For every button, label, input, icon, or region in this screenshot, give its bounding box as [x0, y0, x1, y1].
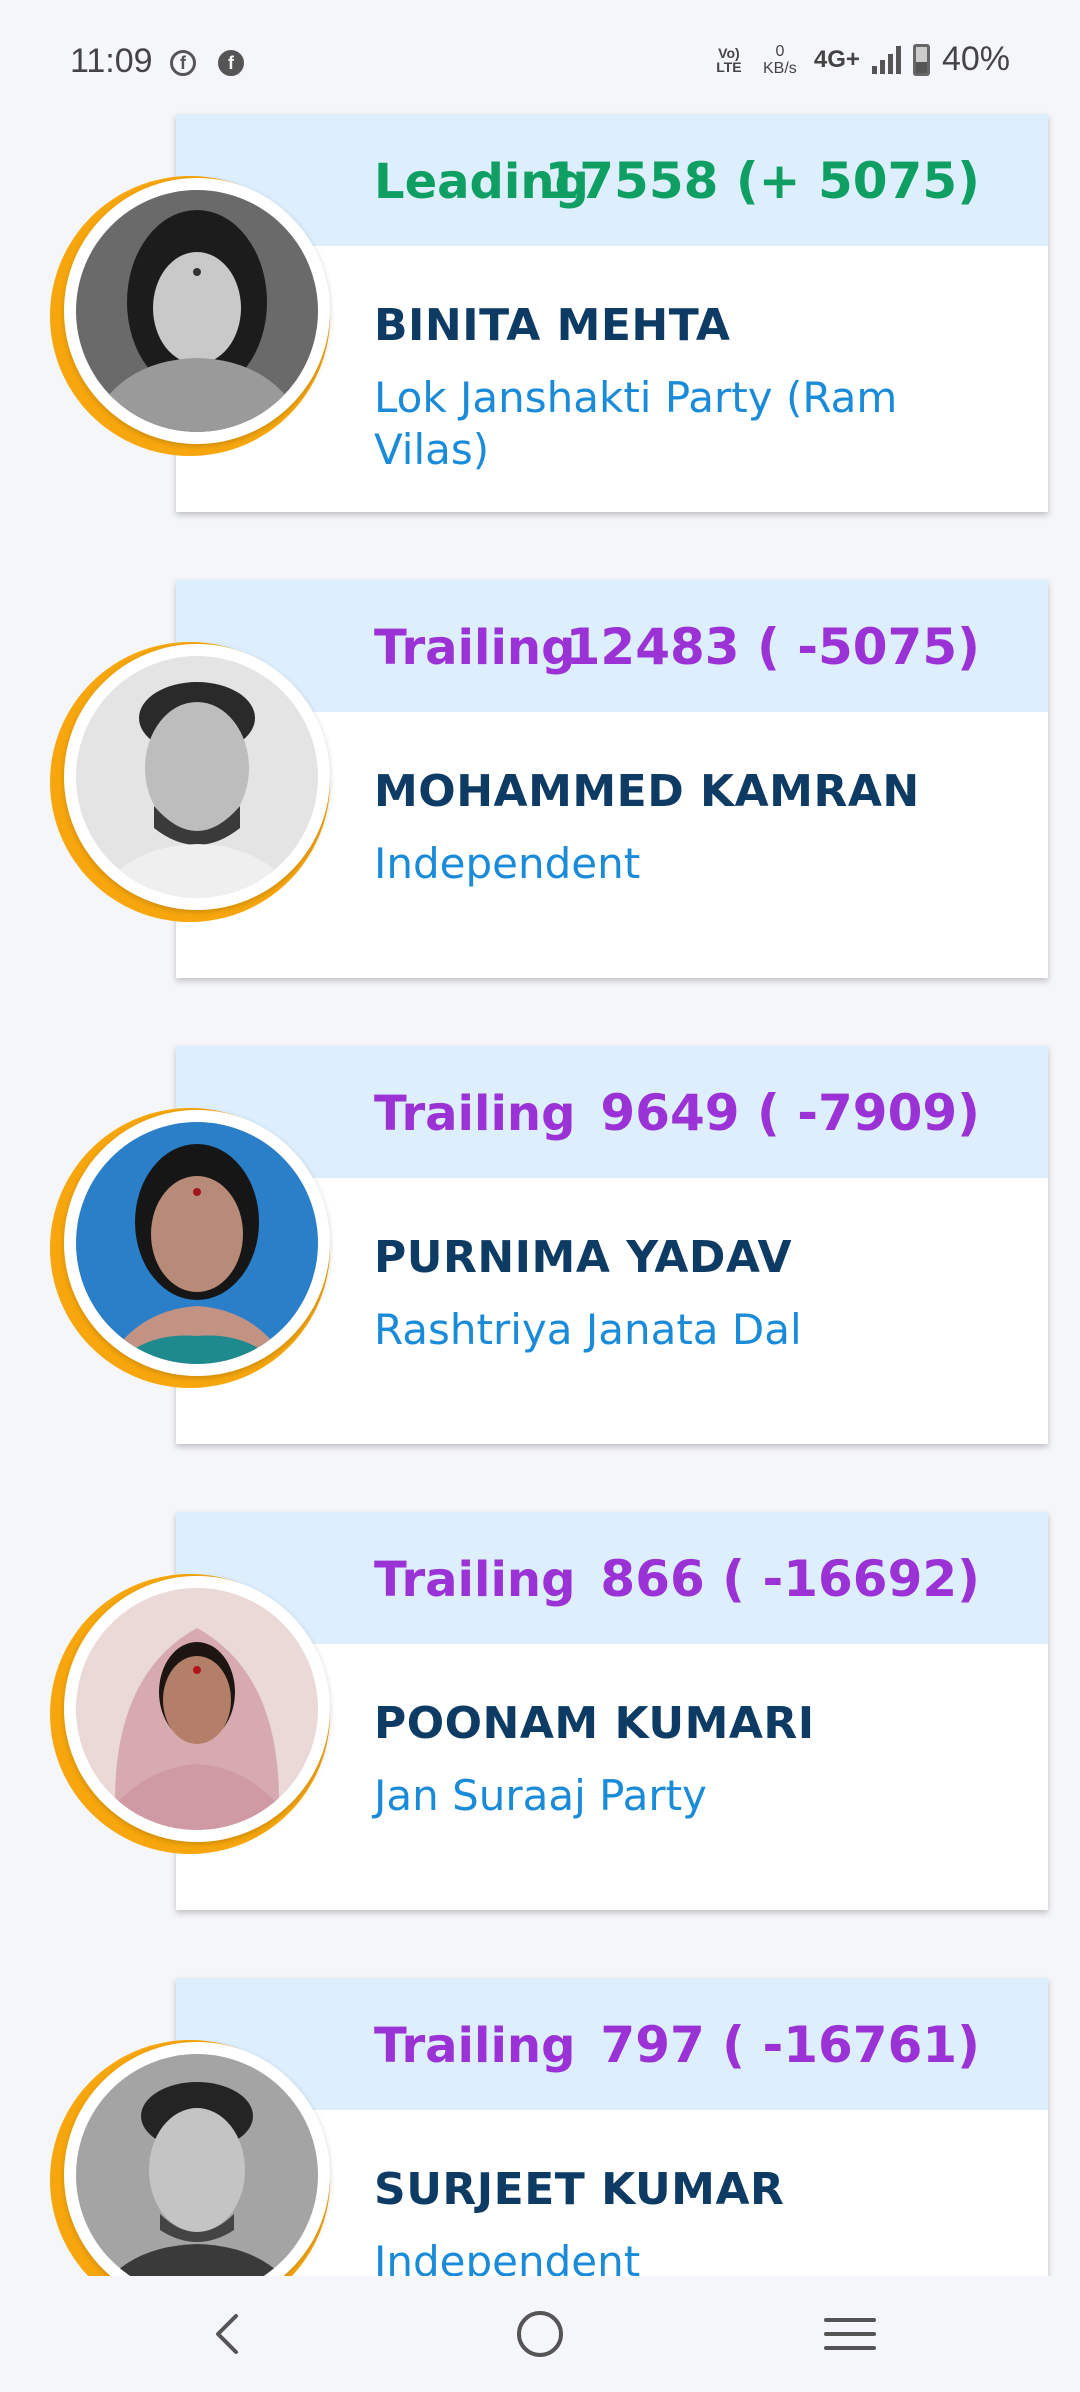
candidate-name: PURNIMA YADAV: [374, 1232, 793, 1283]
navigation-bar: [0, 2276, 1080, 2392]
data-rate: 0 KB/s: [758, 43, 802, 77]
avatar: [76, 1588, 318, 1830]
candidate-name: SURJEET KUMAR: [374, 2164, 785, 2215]
back-icon[interactable]: [188, 2296, 268, 2372]
candidate-photo: [50, 1574, 340, 1864]
facebook-icon: f: [218, 50, 244, 76]
status-label: Trailing: [374, 2018, 576, 2074]
party-name: Independent: [374, 839, 641, 888]
candidate-list[interactable]: Leading 17558 (+ 5075) BINITA MEHTA Lok …: [0, 108, 1080, 2276]
facebook-outline-icon: f: [170, 50, 196, 76]
avatar: [76, 656, 318, 898]
status-time: 11:09: [70, 42, 153, 80]
home-icon[interactable]: [500, 2296, 580, 2372]
data-rate-value: 0: [775, 42, 785, 60]
signal-strength-icon: [871, 45, 901, 74]
recents-icon[interactable]: [810, 2296, 890, 2372]
status-label: Trailing: [374, 1086, 576, 1142]
battery-percentage: 40%: [941, 40, 1010, 78]
vote-count: 9649 ( -7909): [600, 1084, 980, 1142]
party-name: Independent: [374, 2237, 641, 2276]
party-name: Jan Suraaj Party: [374, 1771, 707, 1820]
avatar: [76, 2054, 318, 2276]
volte-badge: Vo) LTE: [716, 44, 742, 75]
party-name: Rashtriya Janata Dal: [374, 1305, 802, 1354]
candidate-name: POONAM KUMARI: [374, 1698, 815, 1749]
candidate-photo: [50, 2040, 340, 2276]
network-type: 4G+: [813, 45, 860, 73]
party-name: Lok Janshakti Party (Ram Vilas): [374, 373, 898, 474]
candidate-name: BINITA MEHTA: [374, 300, 731, 351]
avatar: [76, 190, 318, 432]
vote-count: 797 ( -16761): [600, 2016, 980, 2074]
status-label: Trailing: [374, 620, 576, 676]
status-bar: 11:09 f f Vo) LTE 0 KB/s 4G+ 40%: [0, 0, 1080, 108]
status-bar-indicators: Vo) LTE 0 KB/s 4G+ 40%: [712, 40, 1010, 79]
vote-count: 12483 ( -5075): [565, 618, 980, 676]
candidate-photo: [50, 1108, 340, 1398]
candidate-photo: [50, 176, 340, 466]
vote-count: 866 ( -16692): [600, 1550, 980, 1608]
status-label: Trailing: [374, 1552, 576, 1608]
battery-icon: [912, 43, 930, 76]
avatar: [76, 1122, 318, 1364]
candidate-photo: [50, 642, 340, 932]
data-rate-unit: KB/s: [763, 59, 797, 77]
candidate-name: MOHAMMED KAMRAN: [374, 766, 920, 817]
vote-count: 17558 (+ 5075): [544, 152, 980, 210]
